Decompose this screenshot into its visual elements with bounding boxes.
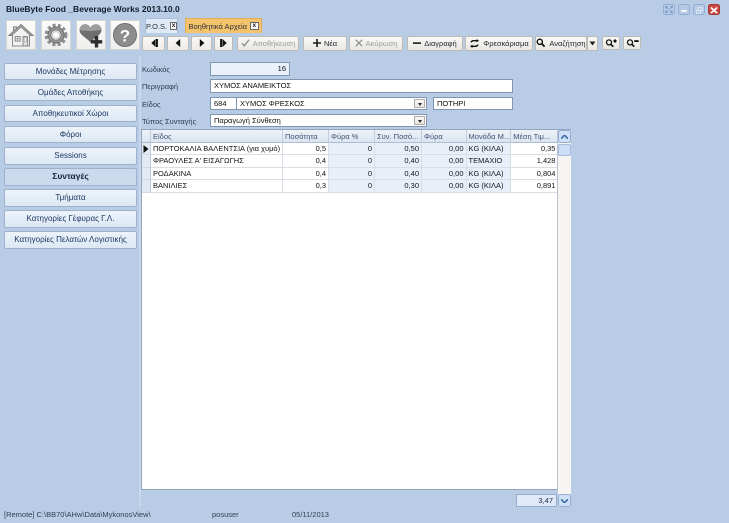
- svg-text:?: ?: [120, 27, 130, 46]
